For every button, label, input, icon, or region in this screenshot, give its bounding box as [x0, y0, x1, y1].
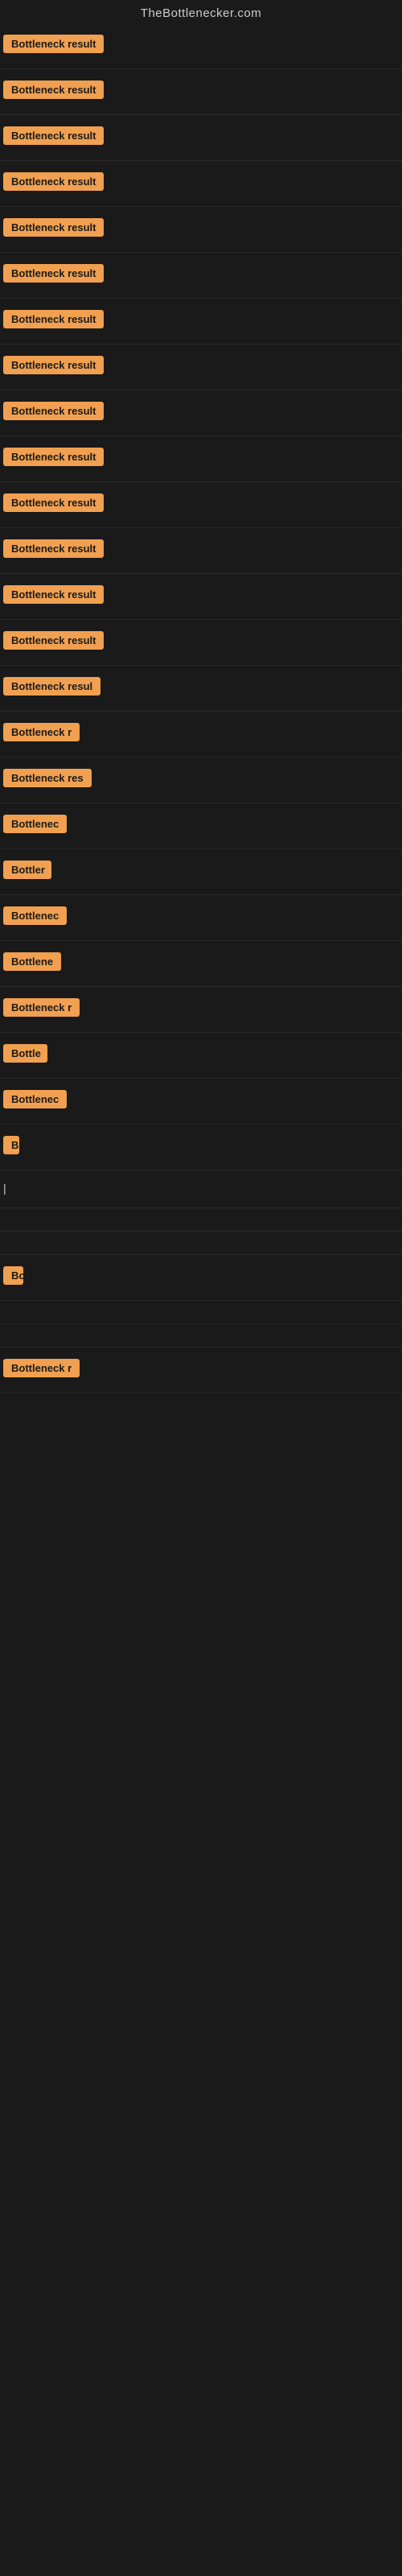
bottleneck-badge[interactable]: Bottleneck result — [3, 172, 104, 191]
result-row: Bottleneck result — [0, 69, 402, 115]
result-row: Bottleneck result — [0, 620, 402, 666]
bottleneck-badge[interactable]: Bottleneck result — [3, 631, 104, 650]
bottleneck-badge[interactable]: Bottleneck result — [3, 126, 104, 145]
result-row: Bottlene — [0, 941, 402, 987]
bottleneck-badge[interactable]: Bottleneck result — [3, 402, 104, 420]
bottleneck-badge[interactable]: Bottleneck result — [3, 35, 104, 53]
bottleneck-badge[interactable]: Bottleneck result — [3, 539, 104, 558]
bottleneck-badge[interactable]: Bottleneck r — [3, 723, 80, 741]
result-row: Bottleneck result — [0, 528, 402, 574]
result-row: Bottleneck result — [0, 115, 402, 161]
bottleneck-badge[interactable]: Bottler — [3, 861, 51, 879]
result-row: Bottleneck result — [0, 299, 402, 345]
result-row: Bottlenec — [0, 895, 402, 941]
bottleneck-badge[interactable]: Bottleneck r — [3, 1359, 80, 1377]
bottleneck-badge[interactable]: Bottlenec — [3, 1090, 67, 1108]
result-row: B — [0, 1125, 402, 1170]
bottleneck-badge[interactable]: Bottleneck result — [3, 218, 104, 237]
result-row: Bottler — [0, 849, 402, 895]
results-container: Bottleneck result Bottleneck result Bottle… — [0, 23, 402, 1393]
result-row: Bottleneck result — [0, 161, 402, 207]
result-row: Bo — [0, 1255, 402, 1301]
result-row — [0, 1232, 402, 1255]
bottleneck-badge[interactable]: Bottleneck res — [3, 769, 92, 787]
bottleneck-badge[interactable]: Bottleneck resul — [3, 677, 100, 696]
bottleneck-badge[interactable]: Bottleneck result — [3, 264, 104, 283]
cursor-indicator: | — [3, 1182, 6, 1195]
result-row: Bottleneck result — [0, 436, 402, 482]
result-row: Bottle — [0, 1033, 402, 1079]
bottleneck-badge[interactable]: Bottlenec — [3, 815, 67, 833]
result-row — [0, 1301, 402, 1324]
bottleneck-badge[interactable]: Bottlenec — [3, 906, 67, 925]
bottleneck-badge[interactable]: Bottleneck r — [3, 998, 80, 1017]
bottleneck-badge[interactable]: Bottlene — [3, 952, 61, 971]
result-row: Bottleneck result — [0, 345, 402, 390]
bottleneck-badge[interactable]: Bottleneck result — [3, 493, 104, 512]
result-row: Bottleneck result — [0, 482, 402, 528]
bottleneck-badge[interactable]: Bottle — [3, 1044, 47, 1063]
bottleneck-badge[interactable]: B — [3, 1136, 19, 1154]
bottleneck-badge[interactable]: Bottleneck result — [3, 80, 104, 99]
result-row: Bottleneck result — [0, 207, 402, 253]
result-row — [0, 1208, 402, 1232]
bottleneck-badge[interactable]: Bottleneck result — [3, 585, 104, 604]
bottleneck-badge[interactable]: Bo — [3, 1266, 23, 1285]
result-row: | — [0, 1170, 402, 1208]
site-title: TheBottlenecker.com — [141, 6, 261, 20]
site-header: TheBottlenecker.com — [0, 0, 402, 23]
result-row: Bottleneck res — [0, 758, 402, 803]
result-row: Bottleneck result — [0, 23, 402, 69]
bottleneck-badge[interactable]: Bottleneck result — [3, 448, 104, 466]
result-row: Bottleneck r — [0, 987, 402, 1033]
result-row: Bottleneck r — [0, 712, 402, 758]
result-row: Bottleneck result — [0, 574, 402, 620]
result-row: Bottlenec — [0, 803, 402, 849]
result-row — [0, 1324, 402, 1348]
result-row: Bottleneck result — [0, 253, 402, 299]
result-row: Bottleneck resul — [0, 666, 402, 712]
result-row: Bottleneck r — [0, 1348, 402, 1393]
bottleneck-badge[interactable]: Bottleneck result — [3, 356, 104, 374]
bottleneck-badge[interactable]: Bottleneck result — [3, 310, 104, 328]
result-row: Bottlenec — [0, 1079, 402, 1125]
result-row: Bottleneck result — [0, 390, 402, 436]
